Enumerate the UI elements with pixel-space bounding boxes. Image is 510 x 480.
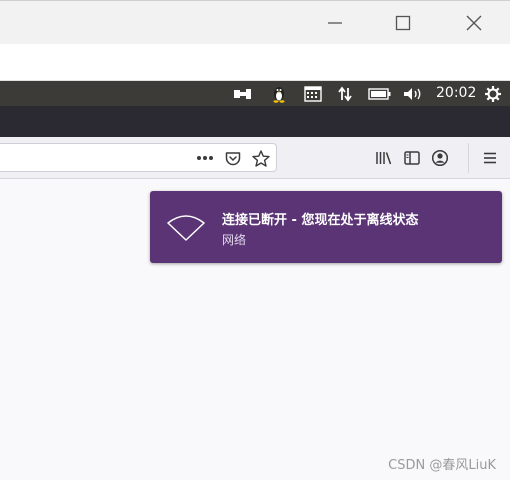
minimize-icon (328, 22, 342, 24)
battery-indicator[interactable] (367, 84, 393, 103)
offline-notification[interactable]: 连接已断开 - 您现在处于离线状态 网络 (150, 191, 502, 263)
wifi-icon (166, 213, 206, 247)
sidebar-icon (404, 151, 420, 165)
library-icon (376, 152, 392, 165)
panel-clock[interactable]: 20:02 (436, 84, 476, 103)
account-button[interactable] (429, 147, 451, 169)
volume-indicator[interactable] (401, 84, 425, 103)
bookmark-star-button[interactable] (250, 147, 272, 169)
pocket-icon (225, 151, 241, 165)
close-icon (466, 15, 482, 31)
maximize-icon (395, 15, 411, 31)
window-content-strip (0, 44, 510, 81)
settings-gear-icon (485, 85, 501, 102)
browser-nav-toolbar (0, 137, 510, 179)
volume-icon (404, 87, 421, 100)
toolbar-separator (468, 143, 469, 173)
page-actions-button[interactable] (194, 147, 216, 169)
more-dots-icon (197, 156, 213, 160)
window-titlebar (0, 0, 510, 44)
hamburger-menu-icon (484, 152, 496, 164)
app-menu-button[interactable] (479, 147, 501, 169)
browser-tab-strip (0, 106, 510, 137)
watermark: CSDN @春风LiuK (388, 458, 496, 473)
window-close-button[interactable] (460, 9, 488, 37)
url-bar[interactable] (0, 143, 277, 172)
url-bar-actions (194, 147, 272, 169)
network-transfer-icon (338, 86, 352, 101)
notification-title: 连接已断开 - 您现在处于离线状态 (222, 213, 419, 228)
bookmark-star-icon (252, 149, 270, 167)
calendar-icon (304, 86, 322, 102)
account-icon (431, 149, 449, 167)
sidebar-button[interactable] (401, 147, 423, 169)
pocket-button[interactable] (222, 147, 244, 169)
system-top-panel: 20:02 (0, 81, 510, 106)
battery-icon (368, 87, 391, 100)
power-plug-icon (234, 88, 251, 99)
penguin-icon (273, 86, 285, 103)
library-button[interactable] (373, 147, 395, 169)
window-minimize-button[interactable] (321, 9, 349, 37)
settings-gear-indicator[interactable] (483, 84, 503, 103)
toolbar-right-buttons (373, 147, 451, 169)
network-transfer-indicator[interactable] (336, 84, 354, 103)
calendar-indicator[interactable] (303, 84, 323, 103)
notification-subtitle: 网络 (222, 233, 247, 247)
window-maximize-button[interactable] (389, 9, 417, 37)
penguin-indicator[interactable] (269, 84, 289, 103)
power-plug-indicator[interactable] (232, 84, 254, 103)
